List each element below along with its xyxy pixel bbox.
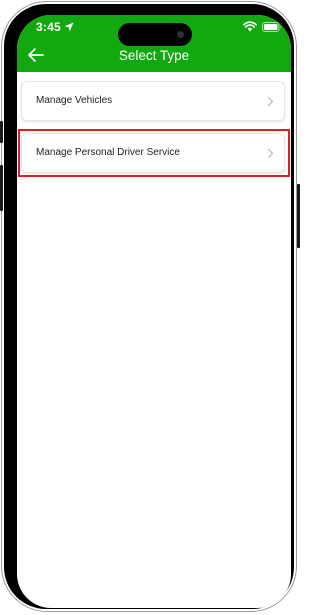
page-title: Select Type bbox=[118, 48, 190, 63]
option-label: Manage Vehicles bbox=[36, 95, 113, 106]
camera-lens bbox=[177, 31, 184, 38]
mute-switch bbox=[0, 121, 3, 143]
location-arrow-icon bbox=[64, 22, 74, 32]
wifi-icon bbox=[243, 21, 257, 32]
header-bar: 3:45 Select Type bbox=[17, 15, 291, 72]
app-screen: 3:45 Select Type Manage Vehicles Manage … bbox=[17, 15, 291, 608]
option-label: Manage Personal Driver Service bbox=[36, 147, 180, 158]
battery-icon bbox=[262, 22, 281, 32]
status-time: 3:45 bbox=[36, 20, 61, 34]
chevron-right-icon bbox=[267, 148, 274, 159]
front-camera bbox=[170, 24, 191, 45]
phone-bezel: 3:45 Select Type Manage Vehicles Manage … bbox=[4, 4, 294, 609]
manage-personal-driver-service-option[interactable]: Manage Personal Driver Service bbox=[21, 133, 285, 173]
chevron-right-icon bbox=[267, 96, 274, 107]
volume-button bbox=[0, 165, 3, 211]
power-button bbox=[297, 184, 300, 248]
manage-vehicles-option[interactable]: Manage Vehicles bbox=[21, 81, 285, 121]
